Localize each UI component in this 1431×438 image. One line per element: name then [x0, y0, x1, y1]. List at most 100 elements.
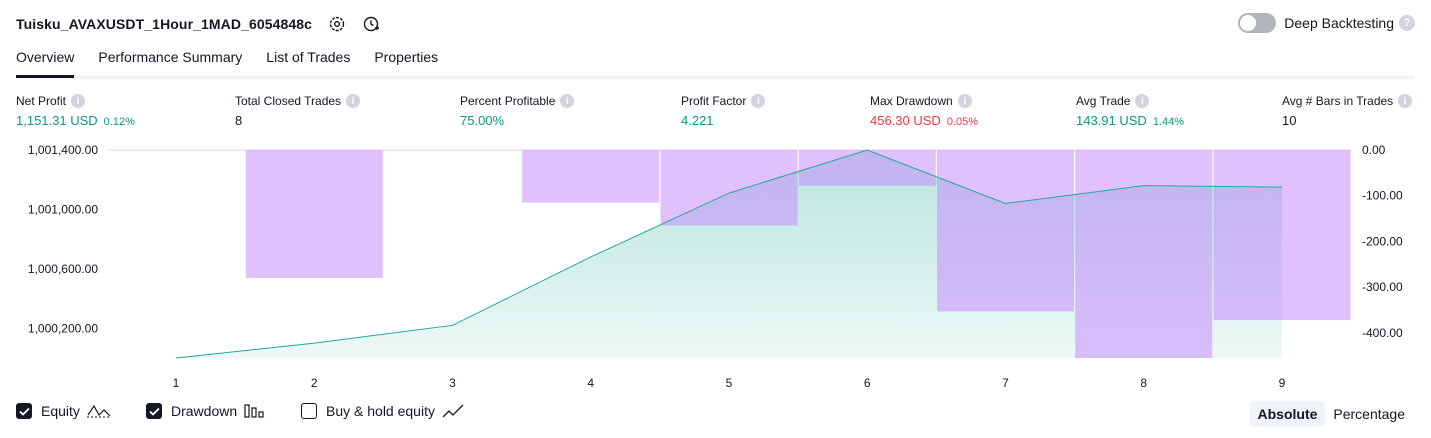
x-axis-tick-label: 6 [864, 376, 871, 390]
drawdown-bar-8 [1075, 150, 1213, 358]
x-axis-tick-label: 2 [311, 376, 318, 390]
tab-properties[interactable]: Properties [374, 46, 438, 75]
drawdown-bar-6 [798, 150, 936, 186]
legend-equity[interactable]: Equity [16, 403, 111, 419]
deep-backtesting-toggle[interactable] [1238, 13, 1277, 33]
x-axis-tick-label: 4 [587, 376, 594, 390]
alert-clock-icon[interactable] [362, 15, 380, 33]
tab-list-of-trades[interactable]: List of Trades [266, 46, 350, 75]
stat-label: Total Closed Trades i [235, 94, 361, 108]
stat-value-text: 456.30 USD [870, 113, 941, 128]
deep-backtesting-label: Deep Backtesting [1284, 15, 1394, 31]
right-axis-tick-label: -100.00 [1362, 189, 1403, 203]
stat-max-drawdown: Max Drawdown i 456.30 USD 0.05% [870, 94, 978, 128]
left-axis-tick-label: 1,001,400.00 [28, 143, 98, 157]
info-icon[interactable]: i [1398, 94, 1413, 108]
stat-label-text: Max Drawdown [870, 94, 953, 108]
drawdown-bar-5 [660, 150, 798, 226]
stat-value: 143.91 USD 1.44% [1076, 113, 1184, 128]
stat-label: Percent Profitable i [460, 94, 575, 108]
x-axis-tick-label: 1 [173, 376, 180, 390]
right-axis-tick-label: -200.00 [1362, 234, 1403, 248]
deep-backtesting: Deep Backtesting ? [1238, 13, 1415, 33]
stat-value-text: 1,151.31 USD [16, 113, 98, 128]
stat-value-text: 75.00% [460, 113, 505, 128]
drawdown-bars-icon [244, 403, 264, 419]
stat-value: 4.221 [681, 113, 765, 128]
stat-value: 10 [1282, 113, 1412, 128]
x-axis-tick-label: 9 [1279, 376, 1286, 390]
stat-percent: 0.05% [946, 116, 979, 128]
stat-label-text: Percent Profitable [460, 94, 556, 108]
stat-value: 75.00% [460, 113, 574, 128]
stat-value-text: 10 [1282, 113, 1297, 128]
right-axis-tick-label: -300.00 [1362, 280, 1403, 294]
x-axis-tick-label: 7 [1002, 376, 1009, 390]
right-axis-tick-label: 0.00 [1362, 143, 1386, 157]
stat-profit-factor: Profit Factor i 4.221 [681, 94, 766, 128]
settings-icon[interactable] [328, 15, 346, 33]
strategy-header: Tuisku_AVAXUSDT_1Hour_1MAD_6054848c [16, 13, 380, 35]
stat-percent: 0.12% [103, 116, 135, 128]
drawdown-bar-2 [245, 150, 383, 278]
tab-performance-summary[interactable]: Performance Summary [98, 46, 242, 75]
stat-label: Avg Trade i [1076, 94, 1184, 108]
buy-hold-line-icon [442, 403, 464, 419]
stat-label-text: Net Profit [16, 94, 67, 108]
strategy-name: Tuisku_AVAXUSDT_1Hour_1MAD_6054848c [16, 16, 313, 32]
drawdown-bar-9 [1213, 150, 1351, 321]
value-mode-switch: Absolute Percentage [1249, 401, 1414, 427]
equity-checkbox[interactable] [16, 403, 32, 419]
stat-value-text: 4.221 [681, 113, 714, 128]
x-axis-tick-label: 8 [1140, 376, 1147, 390]
info-icon[interactable]: i [560, 94, 575, 108]
equity-chart: 1,001,400.00 1,001,000.00 1,000,600.00 1,00… [28, 143, 1403, 390]
stat-label: Profit Factor i [681, 94, 766, 108]
buy-hold-checkbox[interactable] [301, 403, 317, 419]
drawdown-label: Drawdown [171, 403, 238, 419]
stat-value-text: 143.91 USD [1076, 113, 1147, 128]
x-axis-tick-label: 5 [726, 376, 733, 390]
left-axis-tick-label: 1,001,000.00 [28, 202, 98, 216]
tab-bar: Overview Performance Summary List of Trade… [16, 46, 1415, 79]
stat-value: 8 [235, 113, 360, 128]
drawdown-checkbox[interactable] [146, 403, 162, 419]
stat-label-text: Total Closed Trades [235, 94, 342, 108]
tab-overview[interactable]: Overview [16, 46, 75, 78]
info-icon[interactable]: i [751, 94, 766, 108]
right-axis-tick-label: -400.00 [1362, 326, 1403, 340]
info-icon[interactable]: i [957, 94, 972, 108]
stat-label-text: Avg Trade [1076, 94, 1131, 108]
stat-label-text: Profit Factor [681, 94, 747, 108]
stat-label: Net Profit i [16, 94, 135, 108]
info-icon[interactable]: i [346, 94, 361, 108]
equity-label: Equity [41, 403, 80, 419]
buy-hold-label: Buy & hold equity [326, 403, 435, 419]
drawdown-bar-4 [522, 150, 660, 203]
stat-value: 456.30 USD 0.05% [870, 113, 978, 128]
toggle-knob [1240, 15, 1257, 31]
absolute-button[interactable]: Absolute [1249, 401, 1326, 427]
stat-value-text: 8 [235, 113, 243, 128]
drawdown-bar-7 [937, 150, 1074, 312]
stat-percent: 1.44% [1152, 116, 1185, 128]
legend-buy-hold[interactable]: Buy & hold equity [301, 403, 464, 419]
stat-label: Max Drawdown i [870, 94, 978, 108]
stat-total-closed-trades: Total Closed Trades i 8 [235, 94, 361, 128]
equity-line-icon [86, 403, 111, 419]
stat-percent-profitable: Percent Profitable i 75.00% [460, 94, 575, 128]
stat-value: 1,151.31 USD 0.12% [16, 113, 135, 128]
info-icon[interactable]: i [71, 94, 86, 108]
legend-drawdown[interactable]: Drawdown [146, 403, 264, 419]
help-icon[interactable]: ? [1399, 15, 1415, 31]
stat-avg-trade: Avg Trade i 143.91 USD 1.44% [1076, 94, 1184, 128]
stat-avg-bars-in-trades: Avg # Bars in Trades i 10 [1282, 94, 1413, 128]
stat-net-profit: Net Profit i 1,151.31 USD 0.12% [16, 94, 135, 128]
left-axis-tick-label: 1,000,600.00 [28, 262, 98, 276]
percentage-button[interactable]: Percentage [1325, 401, 1413, 427]
x-axis-tick-label: 3 [449, 376, 456, 390]
stat-label-text: Avg # Bars in Trades [1282, 94, 1394, 108]
stat-label: Avg # Bars in Trades i [1282, 94, 1413, 108]
left-axis-tick-label: 1,000,200.00 [28, 321, 98, 335]
info-icon[interactable]: i [1135, 94, 1150, 108]
